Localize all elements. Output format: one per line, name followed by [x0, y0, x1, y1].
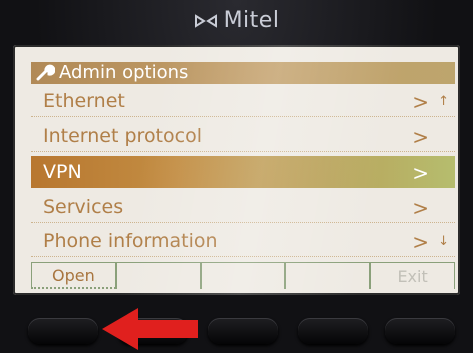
red-arrow-icon	[102, 308, 198, 350]
softkey-3[interactable]	[200, 263, 286, 289]
softkey-bar: Open Exit	[31, 262, 455, 289]
menu-item-label: Internet protocol	[43, 124, 202, 147]
menu-item-internet-protocol[interactable]: Internet protocol >	[31, 120, 455, 152]
hardware-softkey-1[interactable]	[28, 318, 98, 344]
menu-item-label: Services	[43, 195, 124, 218]
menu-item-label: Ethernet	[43, 89, 125, 112]
chevron-right-icon: >	[412, 196, 429, 220]
menu-item-services[interactable]: Services >	[31, 191, 455, 223]
softkey-open[interactable]: Open	[31, 263, 116, 289]
mitel-logo-icon	[194, 13, 217, 28]
menu-item-label: Phone information	[43, 229, 218, 252]
softkey-4[interactable]	[285, 263, 371, 289]
hardware-softkey-3[interactable]	[208, 318, 278, 344]
phone-display: Admin options Ethernet > ↑ Internet prot…	[13, 45, 460, 295]
chevron-right-icon: >	[412, 90, 429, 114]
chevron-right-icon: >	[412, 230, 429, 254]
menu-item-label: VPN	[43, 161, 82, 183]
menu-item-vpn[interactable]: VPN >	[31, 156, 455, 188]
menu-item-phone-information[interactable]: Phone information > ↓	[31, 225, 455, 257]
scroll-down-icon: ↓	[438, 234, 449, 249]
brand-logo: Mitel	[0, 8, 473, 33]
softkey-exit[interactable]: Exit	[370, 263, 455, 289]
wrench-icon	[36, 64, 55, 81]
menu-header-title: Admin options	[59, 62, 189, 83]
hardware-softkey-5[interactable]	[385, 318, 455, 344]
menu-header: Admin options	[31, 62, 455, 84]
chevron-right-icon: >	[412, 125, 429, 149]
chevron-right-icon: >	[412, 161, 429, 185]
softkey-2[interactable]	[115, 263, 201, 289]
hardware-softkey-4[interactable]	[298, 318, 368, 344]
brand-name: Mitel	[223, 8, 280, 33]
menu-item-ethernet[interactable]: Ethernet > ↑	[31, 85, 455, 117]
scroll-up-icon: ↑	[438, 94, 449, 109]
